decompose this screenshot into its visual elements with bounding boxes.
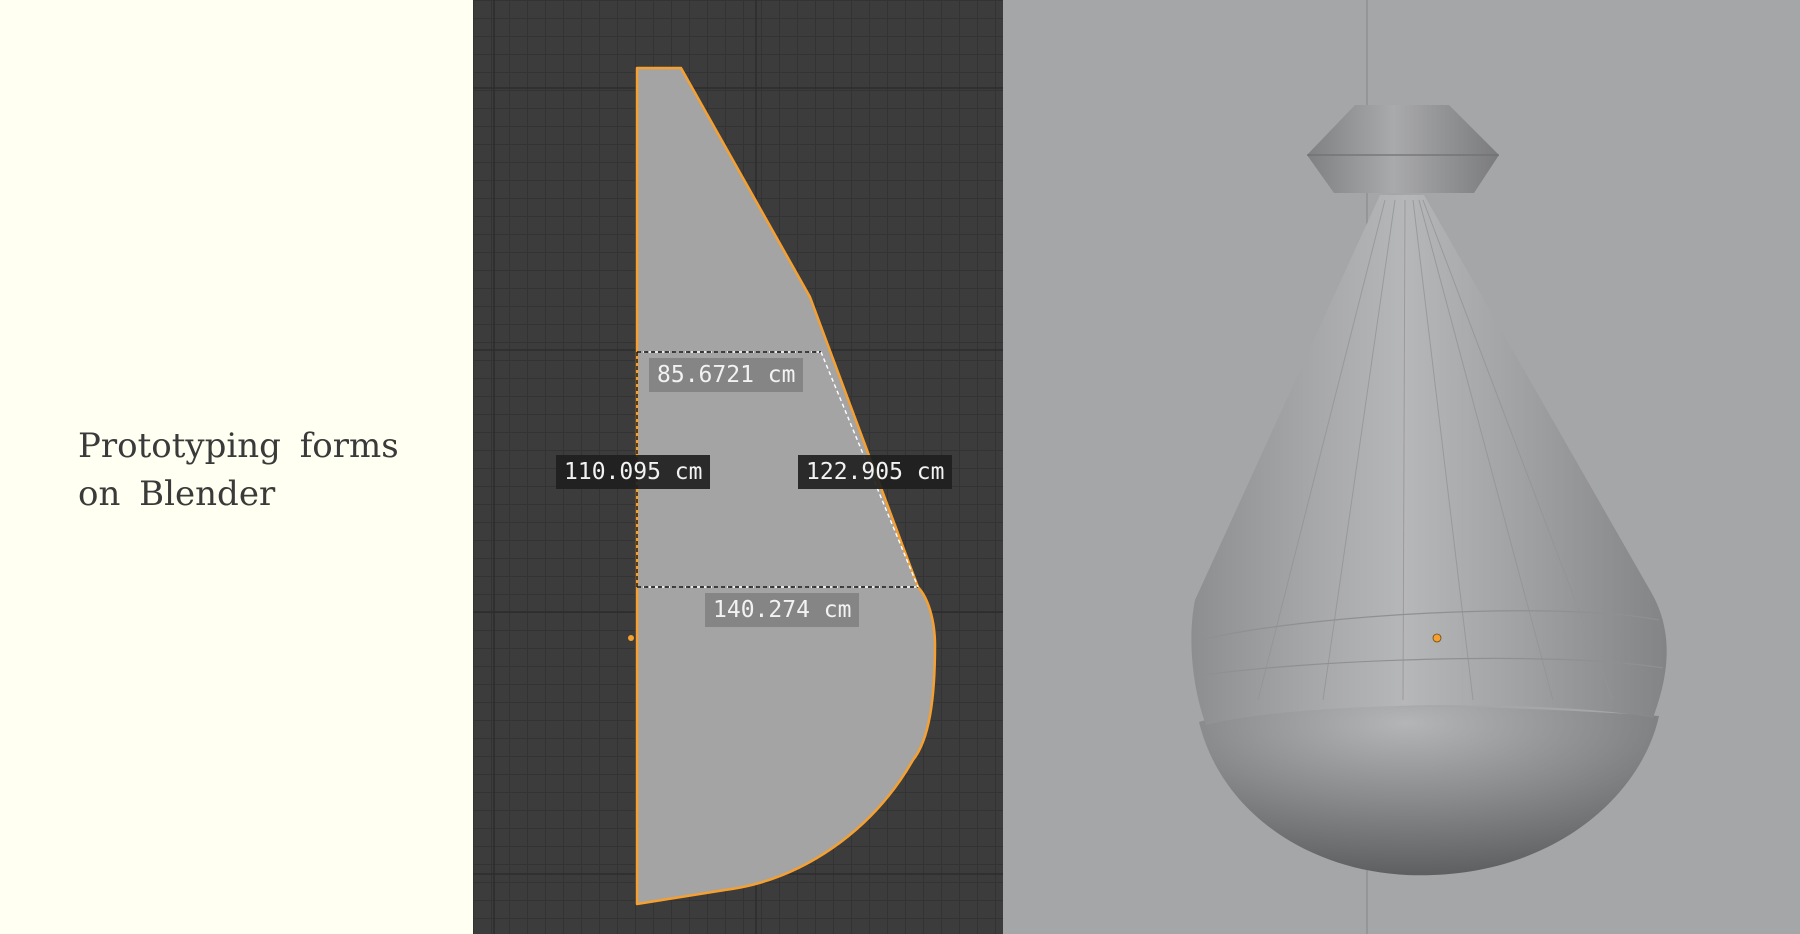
bowl-part[interactable]: [1199, 706, 1659, 876]
measure-top-width: 85.6721 cm: [649, 358, 804, 392]
measure-bottom-width: 140.274 cm: [705, 593, 860, 627]
render-origin-point[interactable]: [1432, 633, 1442, 643]
cap-part[interactable]: [1307, 105, 1499, 193]
caption-line-2: on Blender: [78, 474, 276, 514]
measure-slant-length: 122.905 cm: [798, 455, 953, 489]
render-canvas: [1191, 0, 1667, 934]
caption-line-1: Prototyping forms: [78, 426, 399, 466]
cone-body[interactable]: [1191, 195, 1667, 725]
caption: Prototyping forms on Blender: [78, 422, 399, 518]
origin-point[interactable]: [628, 635, 634, 641]
profile-viewport[interactable]: 85.6721 cm 110.095 cm 122.905 cm 140.274…: [473, 0, 1003, 934]
render-viewport[interactable]: [1003, 0, 1800, 934]
measure-left-height: 110.095 cm: [556, 455, 711, 489]
